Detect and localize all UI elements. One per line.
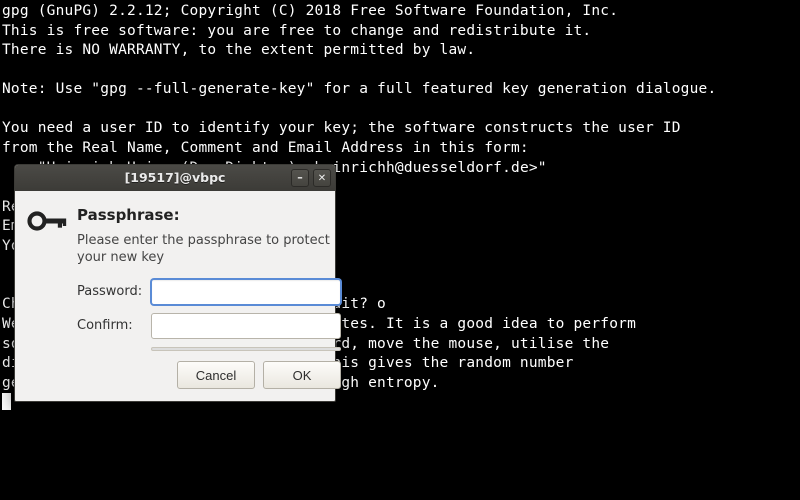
confirm-label: Confirm: <box>77 317 151 335</box>
terminal-line: You need a user ID to identify your key;… <box>2 119 798 139</box>
confirm-input[interactable] <box>151 313 341 339</box>
terminal-line: gpg (GnuPG) 2.2.12; Copyright (C) 2018 F… <box>2 2 798 22</box>
terminal-line: Note: Use "gpg --full-generate-key" for … <box>2 80 798 100</box>
ok-button[interactable]: OK <box>263 361 341 389</box>
terminal-line: There is NO WARRANTY, to the extent perm… <box>2 41 798 61</box>
terminal-line <box>2 61 798 81</box>
passphrase-dialog: [19517]@vbpc Passphrase: Please enter th… <box>14 164 336 402</box>
terminal-cursor <box>2 393 11 410</box>
password-label: Password: <box>77 283 151 301</box>
terminal-line: This is free software: you are free to c… <box>2 22 798 42</box>
terminal-line: from the Real Name, Comment and Email Ad… <box>2 139 798 159</box>
close-button[interactable] <box>313 169 331 187</box>
dialog-title: [19517]@vbpc <box>15 170 335 187</box>
password-input[interactable] <box>151 279 341 305</box>
terminal-line <box>2 100 798 120</box>
cancel-button[interactable]: Cancel <box>177 361 255 389</box>
dialog-titlebar[interactable]: [19517]@vbpc <box>15 165 335 191</box>
password-quality-bar <box>151 347 341 351</box>
dialog-heading: Passphrase: <box>77 205 341 225</box>
dialog-subtext: Please enter the passphrase to protect y… <box>77 233 341 267</box>
key-icon <box>27 224 67 239</box>
minimize-button[interactable] <box>291 169 309 187</box>
